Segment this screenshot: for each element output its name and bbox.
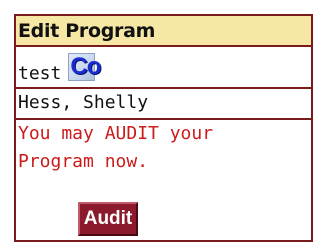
panel-title: Edit Program [18, 19, 156, 42]
co-icon[interactable]: Co [68, 53, 101, 81]
user-row: Hess, Shelly [16, 89, 311, 120]
program-row: test Co [16, 47, 311, 89]
audit-message-line1: You may AUDIT your [18, 123, 214, 144]
audit-message-line2: Program now. [18, 151, 149, 172]
panel-header: Edit Program [16, 16, 311, 47]
co-icon-label: Co [70, 53, 101, 80]
audit-button[interactable]: Audit [78, 202, 138, 236]
program-name: test [18, 63, 62, 84]
audit-message: You may AUDIT your Program now. [16, 120, 311, 176]
user-name: Hess, Shelly [18, 92, 149, 113]
edit-program-panel: Edit Program test Co Hess, Shelly You ma… [14, 14, 313, 242]
